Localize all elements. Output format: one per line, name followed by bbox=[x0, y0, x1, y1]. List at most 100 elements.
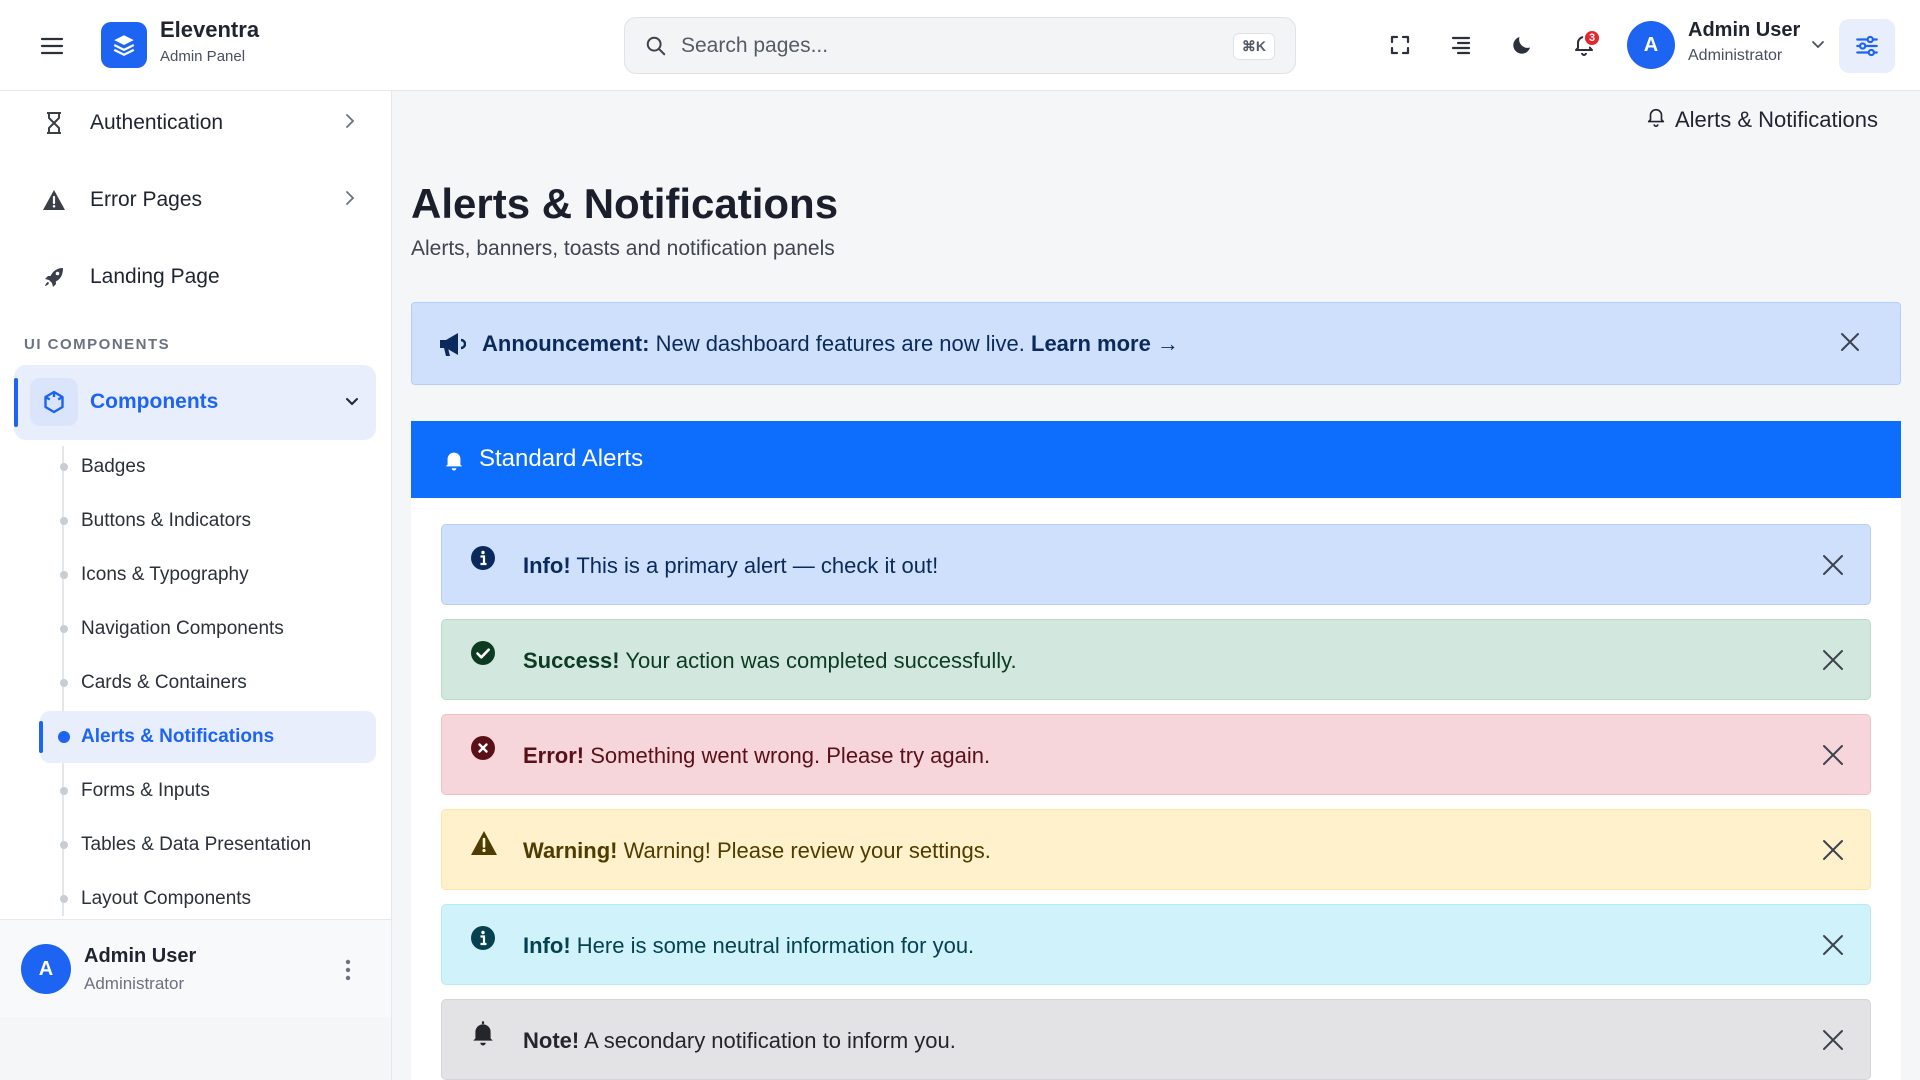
alert-text: Warning! Please review your settings. bbox=[617, 838, 991, 863]
bell-outline-icon bbox=[1645, 106, 1667, 134]
bullet-dot bbox=[60, 841, 68, 849]
announcement-label: Announcement: bbox=[482, 331, 650, 356]
footer-user-role: Administrator bbox=[84, 974, 185, 993]
menu-toggle-icon[interactable] bbox=[38, 32, 66, 60]
settings-sliders-button[interactable] bbox=[1839, 19, 1895, 73]
standard-alerts-card: Standard Alerts Info! This is a primary … bbox=[411, 421, 1901, 1080]
hourglass-icon bbox=[40, 109, 68, 137]
alert-text: A secondary notification to inform you. bbox=[579, 1028, 956, 1053]
sliders-icon bbox=[1856, 35, 1878, 57]
bullet-dot bbox=[60, 679, 68, 687]
sidebar-item-label: Landing Page bbox=[90, 265, 220, 288]
components-cube-icon bbox=[30, 378, 78, 426]
sidebar-subitem-label: Alerts & Notifications bbox=[81, 726, 275, 747]
bullet-dot bbox=[60, 787, 68, 795]
alert-message: Error! Something went wrong. Please try … bbox=[523, 743, 990, 769]
bullet-dot bbox=[60, 463, 68, 471]
fullscreen-icon[interactable] bbox=[1383, 28, 1417, 62]
alert-label: Info! bbox=[523, 933, 571, 958]
sidebar-item-landing-page[interactable]: Landing Page bbox=[0, 246, 392, 308]
warning-triangle-icon bbox=[470, 830, 497, 856]
user-role: Administrator bbox=[1688, 47, 1783, 64]
alert-info: Info! Here is some neutral information f… bbox=[441, 904, 1871, 985]
sidebar-subitem-label: Navigation Components bbox=[81, 618, 284, 639]
sidebar-subitem-layout-components[interactable]: Layout Components bbox=[40, 873, 376, 925]
bullet-dot bbox=[60, 625, 68, 633]
info-circle-icon bbox=[470, 925, 496, 951]
search-icon bbox=[645, 35, 667, 62]
sidebar-subitem-label: Badges bbox=[81, 456, 146, 477]
top-header: Eleventra Admin Panel ⌘K 3 A Admin User … bbox=[0, 0, 1920, 91]
user-name[interactable]: Admin User bbox=[1688, 19, 1800, 42]
bell-icon bbox=[443, 448, 465, 477]
breadcrumb-current: Alerts & Notifications bbox=[1675, 107, 1878, 132]
user-avatar[interactable]: A bbox=[1627, 21, 1675, 69]
logo-icon[interactable] bbox=[101, 22, 147, 68]
close-icon[interactable] bbox=[1821, 933, 1845, 962]
alert-text: Something went wrong. Please try again. bbox=[584, 743, 991, 768]
sidebar-subitem-navigation-components[interactable]: Navigation Components bbox=[40, 603, 376, 655]
page-subtitle: Alerts, banners, toasts and notification… bbox=[411, 237, 835, 260]
close-icon[interactable] bbox=[1821, 553, 1845, 582]
sidebar-subitem-tables-data[interactable]: Tables & Data Presentation bbox=[40, 819, 376, 871]
avatar[interactable]: A bbox=[21, 944, 71, 994]
sidebar-subitem-label: Tables & Data Presentation bbox=[81, 834, 312, 855]
alert-text: Here is some neutral information for you… bbox=[570, 933, 975, 958]
close-icon[interactable] bbox=[1821, 1028, 1845, 1057]
alert-label: Success! bbox=[523, 648, 620, 673]
close-icon[interactable] bbox=[1821, 648, 1845, 677]
sidebar-item-label: Error Pages bbox=[90, 188, 203, 211]
alert-text: Your action was completed successfully. bbox=[619, 648, 1017, 673]
notification-count-badge: 3 bbox=[1583, 29, 1601, 47]
search-bar: ⌘K bbox=[624, 17, 1296, 74]
announcement-text: Announcement: New dashboard features are… bbox=[482, 331, 1179, 357]
sidebar-item-label: Components bbox=[90, 390, 219, 413]
sidebar-subitem-label: Layout Components bbox=[81, 888, 252, 909]
sidebar-subitem-buttons-indicators[interactable]: Buttons & Indicators bbox=[40, 495, 376, 547]
sidebar-subitem-alerts-notifications[interactable]: Alerts & Notifications bbox=[39, 711, 376, 763]
card-title: Standard Alerts bbox=[479, 445, 644, 472]
alert-label: Error! bbox=[523, 743, 585, 768]
sidebar-item-authentication[interactable]: Authentication bbox=[0, 92, 392, 154]
page-title: Alerts & Notifications bbox=[411, 180, 839, 227]
close-icon[interactable] bbox=[1821, 838, 1845, 867]
close-icon[interactable] bbox=[1821, 743, 1845, 772]
warning-triangle-icon bbox=[40, 186, 68, 214]
sidebar-subitem-label: Forms & Inputs bbox=[81, 780, 210, 801]
alert-message: Warning! Warning! Please review your set… bbox=[523, 838, 991, 864]
sidebar-subitem-label: Icons & Typography bbox=[81, 564, 249, 585]
sidebar: Authentication Error Pages Landing Page … bbox=[0, 91, 392, 1080]
rocket-icon bbox=[40, 263, 68, 291]
breadcrumb: Alerts & Notifications bbox=[1645, 106, 1878, 134]
chevron-right-icon bbox=[343, 113, 357, 134]
x-circle-icon bbox=[470, 735, 496, 761]
footer-user-name: Admin User bbox=[84, 945, 197, 967]
alert-message: Info! Here is some neutral information f… bbox=[523, 933, 974, 959]
bullet-dot bbox=[60, 517, 68, 525]
search-shortcut-badge: ⌘K bbox=[1232, 33, 1275, 60]
search-input[interactable] bbox=[681, 28, 1221, 64]
dark-mode-moon-icon[interactable] bbox=[1505, 28, 1539, 62]
bell-icon bbox=[470, 1020, 496, 1046]
sidebar-item-label: Authentication bbox=[90, 111, 224, 134]
alert-primary: Info! This is a primary alert — check it… bbox=[441, 524, 1871, 605]
alert-label: Note! bbox=[523, 1028, 580, 1053]
align-right-icon[interactable] bbox=[1444, 28, 1478, 62]
announcement-message: New dashboard features are now live. bbox=[649, 331, 1031, 356]
megaphone-icon bbox=[438, 331, 467, 362]
alert-text: This is a primary alert — check it out! bbox=[570, 553, 939, 578]
alert-message: Success! Your action was completed succe… bbox=[523, 648, 1017, 674]
learn-more-link[interactable]: Learn more → bbox=[1031, 331, 1179, 356]
sidebar-item-components[interactable]: Components bbox=[14, 365, 376, 440]
sidebar-item-error-pages[interactable]: Error Pages bbox=[0, 169, 392, 231]
more-vertical-icon[interactable] bbox=[336, 957, 360, 983]
announcement-banner: Announcement: New dashboard features are… bbox=[411, 302, 1901, 385]
sidebar-subitem-cards-containers[interactable]: Cards & Containers bbox=[40, 657, 376, 709]
sidebar-subitem-badges[interactable]: Badges bbox=[40, 441, 376, 493]
alert-label: Warning! bbox=[523, 838, 618, 863]
close-icon[interactable] bbox=[1839, 331, 1861, 358]
alert-warning: Warning! Warning! Please review your set… bbox=[441, 809, 1871, 890]
sidebar-subitem-icons-typography[interactable]: Icons & Typography bbox=[40, 549, 376, 601]
chevron-down-icon[interactable] bbox=[1810, 36, 1826, 57]
sidebar-subitem-forms-inputs[interactable]: Forms & Inputs bbox=[40, 765, 376, 817]
